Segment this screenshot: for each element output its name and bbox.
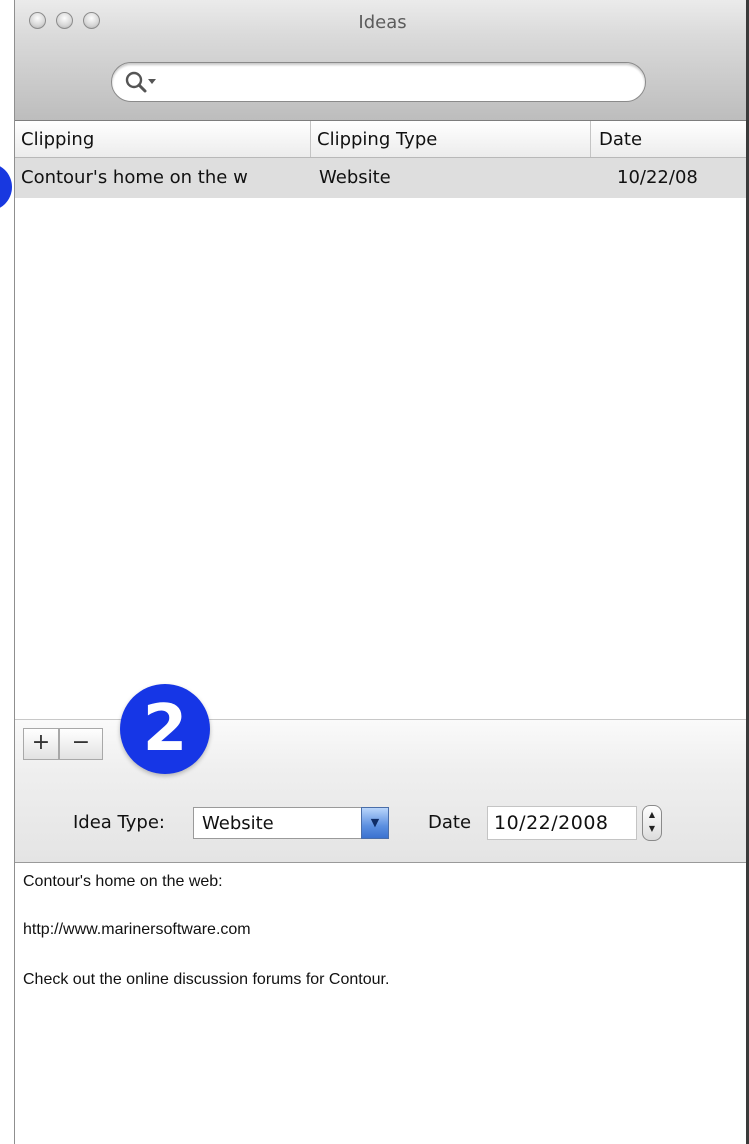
column-header-date[interactable]: Date [591, 121, 749, 157]
ideas-window: Ideas Clipping Clipping Type Date Contou… [14, 0, 749, 1144]
title-bar: Ideas [15, 0, 749, 121]
callout-badge-2: 2 [120, 684, 210, 774]
cell-clipping: Contour's home on the w [21, 167, 248, 188]
notes-line: Check out the online discussion forums f… [23, 971, 390, 988]
callout-badge-1-partial [0, 163, 12, 211]
notes-line-url: http://www.marinersoftware.com [23, 921, 251, 938]
column-header-clipping-type[interactable]: Clipping Type [311, 121, 591, 157]
clippings-table: Contour's home on the w Website 10/22/08 [15, 158, 749, 719]
cell-date: 10/22/08 [617, 167, 698, 188]
idea-type-label: Idea Type: [73, 812, 165, 833]
table-header: Clipping Clipping Type Date [15, 121, 749, 158]
date-label: Date [428, 812, 472, 833]
search-field[interactable] [111, 62, 646, 102]
stepper-down-icon[interactable]: ▼ [643, 822, 661, 836]
notes-line: Contour's home on the web: [23, 873, 223, 890]
add-clipping-button[interactable]: + [23, 728, 59, 760]
remove-clipping-button[interactable]: − [59, 728, 103, 760]
search-icon[interactable] [124, 70, 160, 96]
date-stepper[interactable]: ▲ ▼ [642, 805, 662, 841]
stepper-up-icon[interactable]: ▲ [643, 808, 661, 822]
search-input[interactable] [166, 68, 630, 98]
idea-type-select[interactable]: Website ▼ [193, 807, 389, 839]
dropdown-arrow-icon [148, 79, 156, 84]
dropdown-arrow-icon[interactable]: ▼ [361, 807, 389, 839]
notes-textarea[interactable]: Contour's home on the web: http://www.ma… [15, 862, 749, 1144]
window-title: Ideas [358, 12, 407, 33]
cell-clipping-type: Website [319, 167, 391, 188]
date-field[interactable]: 10/22/2008 [487, 806, 637, 840]
idea-type-value: Website [202, 813, 274, 834]
table-row[interactable]: Contour's home on the w Website 10/22/08 [15, 158, 749, 198]
column-header-clipping[interactable]: Clipping [15, 121, 311, 157]
